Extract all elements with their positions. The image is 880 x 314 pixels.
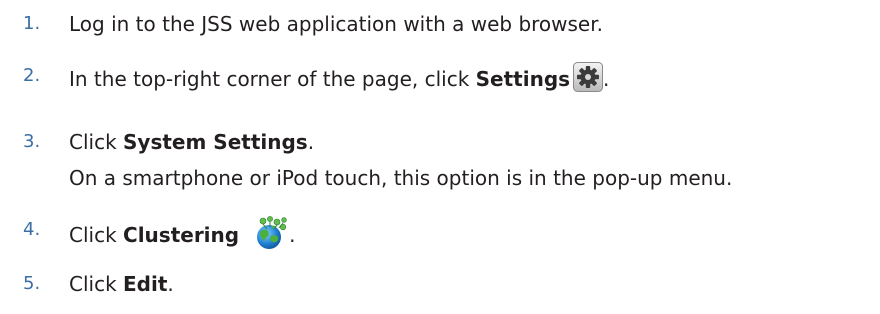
step-text-body: Log in to the JSS web application with a… <box>69 12 603 36</box>
step-text-after: . <box>167 272 174 296</box>
clustering-label: Clustering <box>123 223 240 247</box>
step-text: Click System Settings. <box>69 128 314 156</box>
settings-gear-icon <box>573 62 604 92</box>
system-settings-label: System Settings <box>123 130 308 154</box>
step-text: Log in to the JSS web application with a… <box>69 10 603 38</box>
step-number: 5. <box>23 273 41 294</box>
step-text-after: . <box>289 223 296 247</box>
step-text-after: . <box>307 130 315 154</box>
instruction-steps: 1. Log in to the JSS web application wit… <box>0 0 880 314</box>
step-text: In the top-right corner of the page, cli… <box>69 62 609 93</box>
step-text-before: Click <box>69 272 124 296</box>
settings-label: Settings <box>475 67 571 91</box>
step-number: 3. <box>23 131 41 152</box>
step-number: 4. <box>23 219 41 240</box>
step-text-before: Click <box>69 130 124 154</box>
step-3-note: On a smartphone or iPod touch, this opti… <box>69 166 733 190</box>
step-text-before: Click <box>69 223 124 247</box>
clustering-globe-icon <box>257 216 287 249</box>
step-text: Click Edit. <box>69 270 174 298</box>
step-text-after: . <box>603 67 610 91</box>
step-text-before: In the top-right corner of the page, cli… <box>69 67 476 91</box>
step-number: 1. <box>23 13 41 34</box>
step-number: 2. <box>23 65 41 86</box>
edit-label: Edit <box>123 272 168 296</box>
step-text: Click Clustering . <box>69 216 295 250</box>
